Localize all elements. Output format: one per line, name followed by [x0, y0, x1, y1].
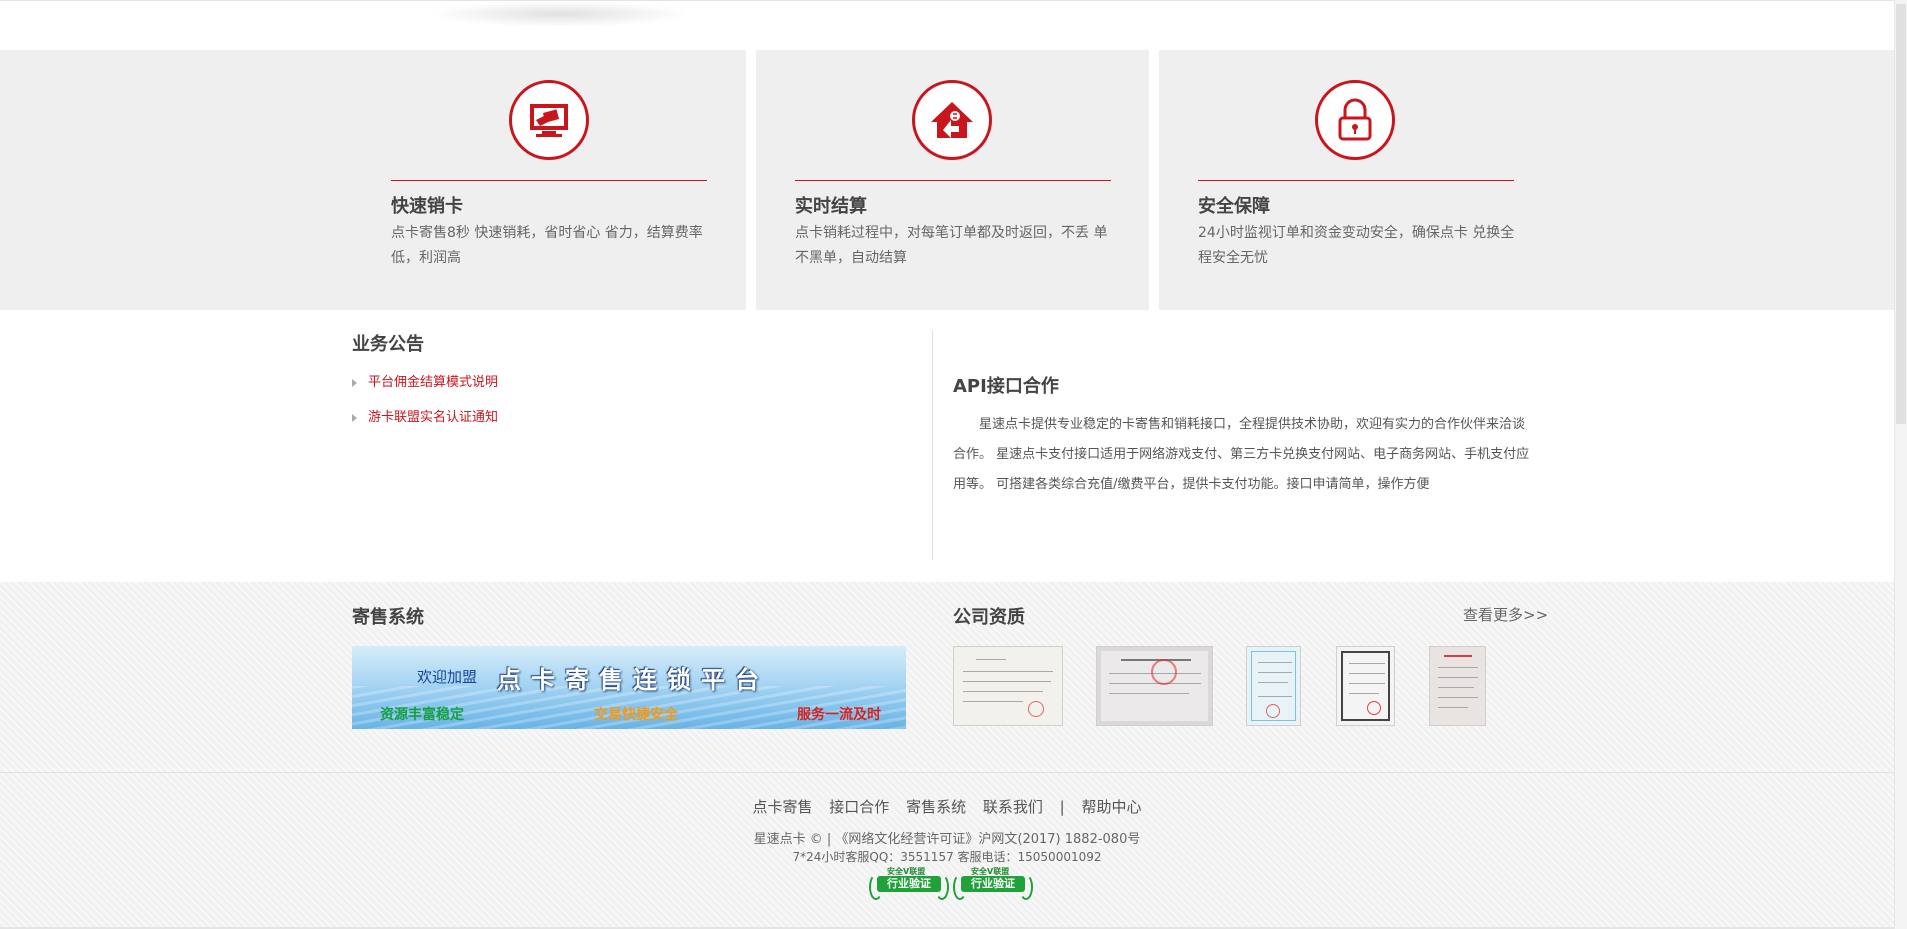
cert-image [1434, 651, 1481, 721]
lock-icon [1315, 80, 1395, 160]
feature-realtime-settle: 实时结算 点卡销耗过程中，对每笔订单都及时返回，不丢 单不黑单，自动结算 [756, 50, 1149, 310]
decorative-shadow [430, 1, 690, 27]
column-divider [932, 330, 933, 560]
feature-divider [391, 180, 707, 181]
feature-security: 安全保障 24小时监视订单和资金变动安全，确保点卡 兑换全程安全无忧 [1159, 50, 1894, 310]
cert-image [1101, 651, 1208, 721]
trust-badges: 安全V联盟 行业验证 安全V联盟 行业验证 [869, 866, 1033, 906]
feature-desc: 24小时监视订单和资金变动安全，确保点卡 兑换全程安全无忧 [1198, 225, 1515, 266]
scrollbar[interactable] [1894, 0, 1907, 929]
cert-thumbnail[interactable] [1096, 646, 1213, 726]
banner-welcome: 欢迎加盟 [417, 668, 478, 686]
footer-separator [0, 772, 1894, 773]
api-text: 星速点卡提供专业稳定的卡寄售和销耗接口，全程提供技术协助，欢迎有实力的合作伙伴来… [953, 417, 1530, 492]
notice-link[interactable]: 平台佣金结算模式说明 [368, 375, 498, 390]
footer-link-help[interactable]: 帮助中心 [1082, 798, 1142, 816]
computer-card-icon [509, 80, 589, 160]
cert-thumbnail[interactable] [1246, 646, 1301, 726]
top-strip [0, 0, 1907, 51]
notice-title: 业务公告 [352, 334, 424, 355]
triangle-right-icon [352, 379, 357, 387]
notice-item[interactable]: 平台佣金结算模式说明 [352, 372, 912, 407]
consign-banner[interactable]: 欢迎加盟 点卡寄售连锁平台 资源丰富稳定 交易快捷安全 服务一流及时 [352, 646, 906, 729]
api-title: API接口合作 [953, 376, 1059, 397]
feature-divider [795, 180, 1111, 181]
cert-thumbnail[interactable] [1336, 646, 1395, 726]
feature-title: 实时结算 [795, 196, 867, 217]
badge-main-text: 行业验证 [961, 876, 1025, 892]
consign-title: 寄售系统 [352, 607, 424, 628]
certs-title: 公司资质 [953, 607, 1025, 628]
footer-nav: 点卡寄售 接口合作 寄售系统 联系我们 | 帮助中心 [0, 796, 1894, 817]
features-section: 快速销卡 点卡寄售8秒 快速销耗，省时省心 省力，结算费率低，利润高 实时结算 … [0, 50, 1894, 310]
footer-nav-divider: | [1059, 798, 1065, 816]
bottom-band: 寄售系统 欢迎加盟 点卡寄售连锁平台 资源丰富稳定 交易快捷安全 服务一流及时 … [0, 582, 1894, 929]
triangle-right-icon [352, 414, 357, 422]
notice-item[interactable]: 游卡联盟实名认证通知 [352, 407, 912, 442]
banner-headline: 点卡寄售连锁平台 [497, 666, 769, 694]
footer-link-sale[interactable]: 点卡寄售 [752, 798, 812, 816]
house-exchange-icon [912, 80, 992, 160]
feature-title: 快速销卡 [391, 196, 463, 217]
footer-service: 7*24小时客服QQ：3551157 客服电话：15050001092 [792, 850, 1102, 864]
consign-header: 寄售系统 [352, 603, 424, 629]
scrollbar-thumb[interactable] [1896, 4, 1906, 424]
notice-section: 业务公告 平台佣金结算模式说明 游卡联盟实名认证通知 [352, 330, 912, 442]
feature-fast-sale: 快速销卡 点卡寄售8秒 快速销耗，省时省心 省力，结算费率低，利润高 [0, 50, 746, 310]
trust-badge[interactable]: 安全V联盟 行业验证 [869, 866, 949, 902]
feature-desc: 点卡销耗过程中，对每笔订单都及时返回，不丢 单不黑单，自动结算 [795, 225, 1108, 266]
feature-divider [1198, 180, 1514, 181]
cert-image [1251, 651, 1296, 721]
view-more-link[interactable]: 查看更多>> [1463, 604, 1548, 625]
footer-link-consign[interactable]: 寄售系统 [906, 798, 966, 816]
notice-link[interactable]: 游卡联盟实名认证通知 [368, 410, 498, 425]
badge-main-text: 行业验证 [877, 876, 941, 892]
banner-slogan-2: 交易快捷安全 [594, 707, 678, 723]
banner-slogan-1: 资源丰富稳定 [380, 707, 464, 723]
banner-slogan-3: 服务一流及时 [797, 707, 881, 723]
api-section: API接口合作 星速点卡提供专业稳定的卡寄售和销耗接口，全程提供技术协助，欢迎有… [953, 372, 1533, 500]
trust-badge[interactable]: 安全V联盟 行业验证 [953, 866, 1033, 902]
notice-list: 平台佣金结算模式说明 游卡联盟实名认证通知 [352, 372, 912, 442]
cert-thumbnail[interactable] [1429, 646, 1486, 726]
footer-link-contact[interactable]: 联系我们 [983, 798, 1043, 816]
feature-desc: 点卡寄售8秒 快速销耗，省时省心 省力，结算费率低，利润高 [391, 225, 703, 266]
footer-link-api[interactable]: 接口合作 [829, 798, 889, 816]
cert-image [958, 651, 1058, 721]
feature-title: 安全保障 [1198, 196, 1270, 217]
cert-thumbnail[interactable] [953, 646, 1063, 726]
cert-image [1341, 651, 1390, 721]
footer-copyright: 星速点卡 © | 《网络文化经营许可证》沪网文(2017) 1882-080号 [753, 832, 1141, 847]
